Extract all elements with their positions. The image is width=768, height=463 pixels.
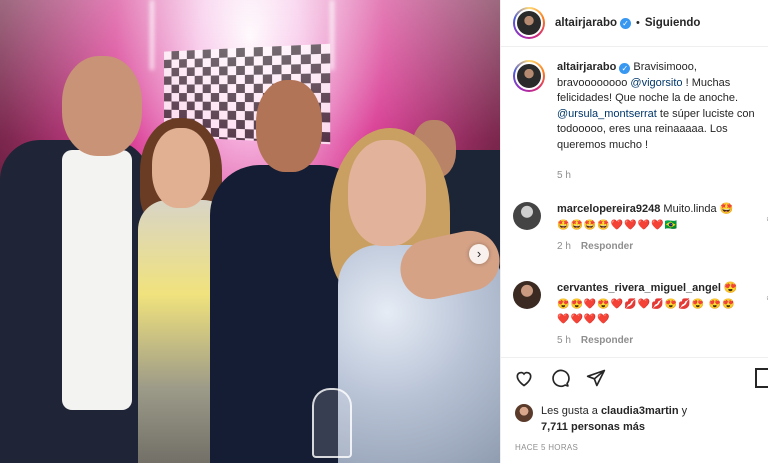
- bookmark-icon[interactable]: [755, 368, 768, 388]
- likes-suffix: y: [678, 405, 688, 417]
- caption-timestamp[interactable]: 5 h: [557, 170, 571, 181]
- post-timestamp[interactable]: HACE 5 HORAS: [515, 443, 578, 452]
- comment-emojis: 🤩🤩🤩🤩❤️❤️❤️❤️🇧🇷: [557, 219, 679, 231]
- man-left-head: [62, 56, 142, 156]
- mention-link[interactable]: @ursula_montserrat: [557, 108, 657, 120]
- comment-body: marcelopereira9248 Muito.linda 🤩 🤩🤩🤩🤩❤️❤…: [557, 202, 747, 254]
- author-avatar[interactable]: [513, 7, 545, 39]
- woman-right-head: [348, 140, 426, 246]
- commenter-username[interactable]: cervantes_rivera_miguel_angel: [557, 282, 721, 294]
- comment-text: Muito.linda 🤩: [660, 203, 734, 215]
- caption-avatar[interactable]: [513, 60, 545, 92]
- following-button[interactable]: Siguiendo: [645, 17, 701, 29]
- post-header: altairjarabo ✓ • Siguiendo: [501, 0, 768, 47]
- comment-emojis: 😍😍❤️😍❤️💋❤️💋😍💋😍 😍😍❤️❤️❤️❤️: [557, 298, 736, 325]
- comment-body: cervantes_rivera_miguel_angel 😍 😍😍❤️😍❤️💋…: [557, 281, 747, 348]
- likes-prefix: Les gusta a: [541, 405, 601, 417]
- reply-button[interactable]: Responder: [581, 241, 633, 252]
- comment-time[interactable]: 5 h: [557, 335, 571, 346]
- chevron-right-icon: ›: [476, 246, 482, 261]
- wine-glass: [312, 388, 352, 458]
- separator-dot: •: [636, 17, 640, 29]
- verified-badge-icon: ✓: [620, 17, 631, 29]
- likes-text: Les gusta a claudia3martin y 7,711 person…: [541, 404, 687, 435]
- post-photo[interactable]: ›: [0, 0, 500, 463]
- comment-item: marcelopereira9248 Muito.linda 🤩 🤩🤩🤩🤩❤️❤…: [513, 202, 768, 254]
- action-icons: [513, 368, 607, 390]
- post-actions: Les gusta a claudia3martin y 7,711 person…: [501, 357, 768, 463]
- commenter-avatar[interactable]: [513, 202, 541, 230]
- likes-count[interactable]: 7,711 personas más: [541, 421, 645, 433]
- comment-meta: 2 h Responder: [557, 239, 747, 255]
- comment-item: cervantes_rivera_miguel_angel 😍 😍😍❤️😍❤️💋…: [513, 281, 768, 348]
- man-center-head: [256, 80, 322, 172]
- commenter-username[interactable]: marcelopereira9248: [557, 203, 660, 215]
- caption-username[interactable]: altairjarabo: [557, 61, 616, 73]
- comment-time[interactable]: 2 h: [557, 241, 571, 252]
- woman-center-head: [152, 128, 210, 208]
- commenter-avatar[interactable]: [513, 281, 541, 309]
- caption: altairjarabo ✓ Bravisimooo, bravoooooooo …: [513, 60, 765, 153]
- likes-summary: Les gusta a claudia3martin y 7,711 person…: [515, 404, 765, 435]
- share-icon[interactable]: [585, 368, 607, 390]
- mention-link[interactable]: @vigorsito: [630, 77, 682, 89]
- liker-username[interactable]: claudia3martin: [601, 405, 679, 417]
- comment-icon[interactable]: [549, 368, 571, 390]
- man-left-shirt: [62, 150, 132, 410]
- caption-text: altairjarabo ✓ Bravisimooo, bravoooooooo …: [557, 60, 765, 153]
- heart-icon[interactable]: [513, 368, 535, 390]
- author-username[interactable]: altairjarabo: [555, 17, 617, 29]
- verified-badge-icon: ✓: [619, 63, 631, 74]
- post-side-panel: altairjarabo ✓ • Siguiendo altairjarabo ✓…: [500, 0, 768, 463]
- instagram-post-modal: › altairjarabo ✓ • Siguiendo altairjarab…: [0, 0, 768, 463]
- comment-meta: 5 h Responder: [557, 333, 747, 349]
- reply-button[interactable]: Responder: [581, 335, 633, 346]
- comment-text: 😍: [720, 282, 738, 294]
- next-photo-button[interactable]: ›: [469, 244, 489, 264]
- liker-avatar[interactable]: [515, 404, 533, 422]
